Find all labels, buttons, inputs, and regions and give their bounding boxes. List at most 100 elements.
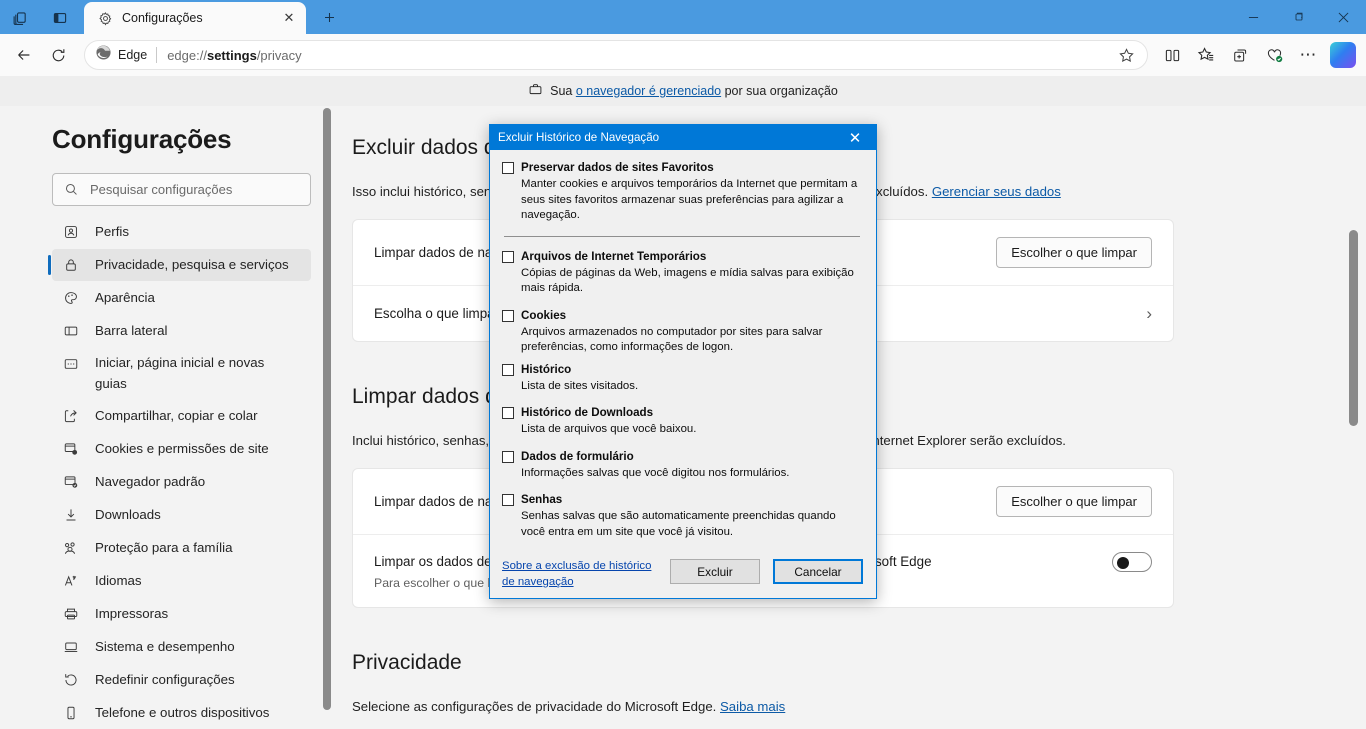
sidebar-item-privacidade[interactable]: Privacidade, pesquisa e serviços <box>48 249 311 281</box>
option-label: Histórico de Downloads <box>521 406 654 420</box>
sidebar-icon <box>62 323 79 339</box>
close-icon[interactable]: ✕ <box>278 7 300 29</box>
section-privacidade: Privacidade Selecione as configurações d… <box>352 651 1174 729</box>
checkbox-senhas[interactable] <box>502 494 514 507</box>
address-bar[interactable]: Edge edge://settings/privacy <box>84 40 1148 70</box>
sidebar-item-familia[interactable]: Proteção para a família <box>52 532 311 564</box>
dialog-footer: Sobre a exclusão de histórico de navegaç… <box>490 551 876 615</box>
sidebar-item-compartilhar[interactable]: Compartilhar, copiar e colar <box>52 400 311 432</box>
tab-actions-icon[interactable] <box>40 2 80 34</box>
browser-titlebar: Configurações ✕ <box>0 0 1366 34</box>
cookies-icon <box>62 441 79 457</box>
sidebar-item-downloads[interactable]: Downloads <box>52 499 311 531</box>
sidebar-scrollbar[interactable] <box>323 106 331 729</box>
new-tab-button[interactable] <box>312 2 346 32</box>
more-options-icon[interactable]: ⋯ <box>1292 39 1324 71</box>
choose-what-to-clear-button[interactable]: Escolher o que limpar <box>996 237 1152 269</box>
sidebar-item-perfis[interactable]: Perfis <box>52 216 311 248</box>
reload-button-icon[interactable] <box>42 39 74 71</box>
checkbox-dados-formulario[interactable] <box>502 450 514 463</box>
copilot-button[interactable] <box>1326 39 1358 71</box>
sidebar-item-label: Idiomas <box>95 572 142 588</box>
dialog-option-temp-files: Arquivos de Internet Temporários Cópias … <box>502 249 862 297</box>
sidebar-item-label: Compartilhar, copiar e colar <box>95 407 258 423</box>
search-settings-box[interactable] <box>52 173 311 206</box>
sidebar-item-barra-lateral[interactable]: Barra lateral <box>52 315 311 347</box>
sidebar-item-sistema[interactable]: Sistema e desempenho <box>52 631 311 663</box>
option-description: Lista de arquivos que você baixou. <box>521 423 697 436</box>
sidebar-item-redefinir[interactable]: Redefinir configurações <box>52 664 311 696</box>
toggle-knob <box>1117 557 1129 570</box>
workspaces-icon[interactable] <box>0 2 40 34</box>
sidebar-item-label: Barra lateral <box>95 322 168 338</box>
checkbox-preservar-favoritos[interactable] <box>502 162 514 174</box>
lock-icon <box>62 257 79 273</box>
checkbox-historico[interactable] <box>502 363 514 376</box>
sidebar-item-aparencia[interactable]: Aparência <box>52 282 311 314</box>
option-description: Informações salvas que você digitou nos … <box>521 466 790 479</box>
content-scrollbar[interactable] <box>1349 106 1358 729</box>
section-heading: Privacidade <box>352 650 462 674</box>
maximize-button[interactable] <box>1276 0 1321 34</box>
option-description: Manter cookies e arquivos temporários da… <box>521 178 858 222</box>
sidebar-item-label: Iniciar, página inicial e novas guias <box>95 355 265 391</box>
dialog-option-history: Histórico Lista de sites visitados. <box>502 362 862 395</box>
option-label: Senhas <box>521 493 563 507</box>
choose-what-to-clear-ie-button[interactable]: Escolher o que limpar <box>996 486 1152 518</box>
managed-browser-banner: Sua o navegador é gerenciado por sua org… <box>0 76 1366 106</box>
collections-icon[interactable] <box>1224 39 1256 71</box>
learn-more-link[interactable]: Saiba mais <box>720 699 785 714</box>
tab-strip: Configurações ✕ <box>80 0 346 34</box>
option-label: Cookies <box>521 308 567 322</box>
dialog-titlebar: Excluir Histórico de Navegação ✕ <box>490 125 876 150</box>
sidebar-item-telefone[interactable]: Telefone e outros dispositivos <box>52 697 311 729</box>
manage-data-link[interactable]: Gerenciar seus dados <box>932 184 1061 199</box>
checkbox-cookies[interactable] <box>502 309 514 322</box>
delete-button[interactable]: Excluir <box>670 559 760 585</box>
favorites-list-icon[interactable] <box>1190 39 1222 71</box>
edge-logo-icon <box>95 44 112 66</box>
sidebar-item-cookies[interactable]: Cookies e permissões de site <box>52 433 311 465</box>
reset-icon <box>62 672 79 688</box>
download-icon <box>62 507 79 523</box>
phone-icon <box>62 705 79 721</box>
content-scrollbar-thumb[interactable] <box>1349 230 1358 426</box>
sidebar-item-impressoras[interactable]: Impressoras <box>52 598 311 630</box>
sidebar-scrollbar-thumb[interactable] <box>323 108 331 710</box>
window-close-button[interactable] <box>1321 0 1366 34</box>
cancel-button[interactable]: Cancelar <box>773 559 863 585</box>
startpage-icon <box>62 356 79 372</box>
clear-ie-on-exit-toggle[interactable] <box>1112 552 1152 573</box>
search-input[interactable] <box>90 182 300 197</box>
briefcase-icon <box>528 82 543 100</box>
option-description: Cópias de páginas da Web, imagens e mídi… <box>521 266 854 295</box>
option-label: Dados de formulário <box>521 449 634 463</box>
split-screen-icon[interactable] <box>1156 39 1188 71</box>
option-description: Arquivos armazenados no computador por s… <box>521 325 823 354</box>
dialog-separator <box>504 235 860 237</box>
browser-essentials-icon[interactable] <box>1258 39 1290 71</box>
managed-banner-link[interactable]: o navegador é gerenciado <box>576 84 721 98</box>
checkbox-historico-downloads[interactable] <box>502 407 514 420</box>
browser-tab[interactable]: Configurações ✕ <box>84 2 306 34</box>
page-title: Configurações <box>52 124 232 154</box>
chevron-right-icon: › <box>1146 303 1152 323</box>
star-icon[interactable] <box>1111 40 1141 70</box>
settings-sidebar: Configurações Per <box>0 106 338 729</box>
sidebar-item-iniciar[interactable]: Iniciar, página inicial e novas guias <box>52 348 311 399</box>
dialog-close-icon[interactable]: ✕ <box>834 125 876 150</box>
dialog-body: Preservar dados de sites Favoritos Mante… <box>490 150 876 551</box>
sidebar-item-navegador-padrao[interactable]: Navegador padrão <box>52 466 311 498</box>
checkbox-arquivos-temporarios[interactable] <box>502 250 514 263</box>
copilot-icon <box>1330 42 1356 68</box>
sidebar-item-idiomas[interactable]: Idiomas <box>52 565 311 597</box>
section-description: Selecione as configurações de privacidad… <box>352 698 786 714</box>
minimize-button[interactable] <box>1231 0 1276 34</box>
sidebar-item-label: Redefinir configurações <box>95 671 235 687</box>
back-button-icon[interactable] <box>8 39 40 71</box>
dialog-option-passwords: Senhas Senhas salvas que são automaticam… <box>502 492 862 540</box>
gear-icon <box>96 9 114 27</box>
palette-icon <box>62 290 79 306</box>
about-deleting-history-link[interactable]: Sobre a exclusão de histórico de navegaç… <box>502 559 662 590</box>
default-browser-icon <box>62 474 79 490</box>
